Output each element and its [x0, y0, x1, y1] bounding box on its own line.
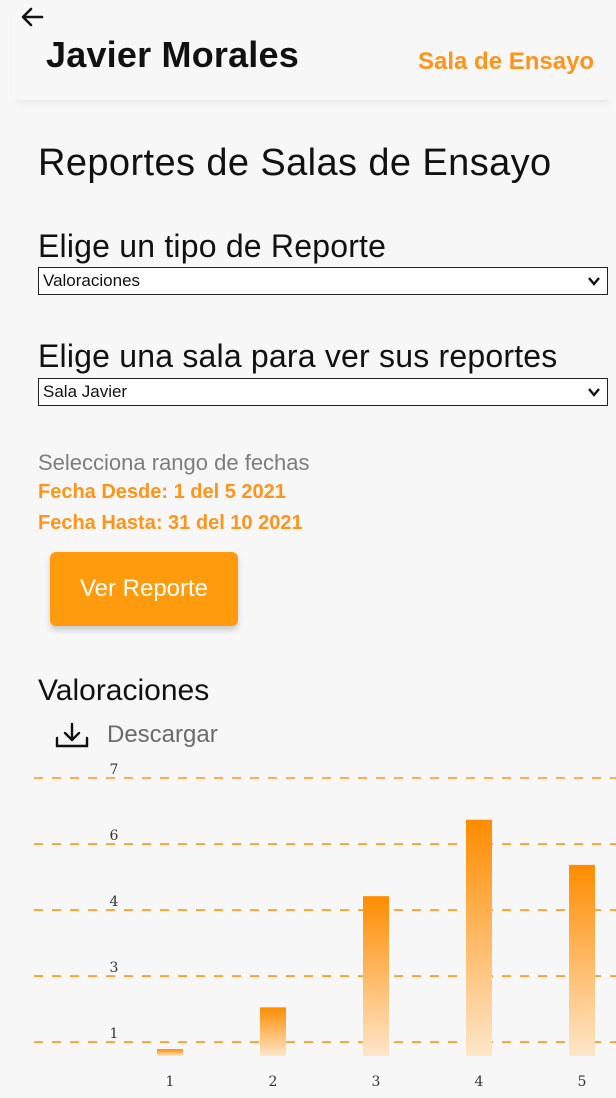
- bar-3: [363, 896, 389, 1056]
- bar-2: [260, 1007, 286, 1056]
- date-range-hint: Selecciona rango de fechas: [38, 450, 310, 475]
- bar-4: [466, 819, 492, 1056]
- chevron-down-icon: [588, 388, 600, 397]
- page-title: Reportes de Salas de Ensayo: [38, 142, 552, 184]
- chart-section-title: Valoraciones: [38, 674, 210, 707]
- y-tick-label: 3: [110, 960, 119, 976]
- bar-1: [157, 1049, 183, 1056]
- y-tick-label: 7: [110, 762, 119, 778]
- date-to[interactable]: Fecha Hasta: 31 del 10 2021: [38, 512, 303, 535]
- chevron-down-icon: [588, 277, 600, 286]
- view-report-button[interactable]: Ver Reporte: [50, 552, 238, 626]
- y-tick-label: 1: [110, 1026, 119, 1042]
- ratings-bar-chart: 1 3 4 6 7 1 2 3 4 5: [34, 762, 616, 1090]
- arrow-left-icon[interactable]: [20, 6, 44, 28]
- report-type-label: Elige un tipo de Reporte: [38, 228, 387, 264]
- x-tick-label: 3: [372, 1074, 381, 1090]
- date-from[interactable]: Fecha Desde: 1 del 5 2021: [38, 481, 286, 504]
- x-tick-label: 2: [269, 1074, 278, 1090]
- download-label[interactable]: Descargar: [107, 721, 218, 749]
- user-name: Javier Morales: [46, 34, 299, 75]
- room-label: Elige una sala para ver sus reportes: [38, 338, 558, 374]
- y-tick-label: 4: [110, 894, 119, 910]
- x-tick-label: 1: [166, 1074, 175, 1090]
- y-tick-label: 6: [110, 828, 119, 844]
- report-type-value: Valoraciones: [43, 271, 141, 290]
- x-tick-label: 4: [475, 1074, 484, 1090]
- room-select[interactable]: Sala Javier: [38, 378, 608, 406]
- report-type-select[interactable]: Valoraciones: [38, 267, 608, 295]
- download-icon[interactable]: [54, 722, 90, 750]
- bar-5: [569, 864, 595, 1056]
- nav-link-sala-de-ensayo[interactable]: Sala de Ensayo: [418, 48, 594, 76]
- room-value: Sala Javier: [43, 382, 128, 401]
- x-tick-label: 5: [578, 1074, 587, 1090]
